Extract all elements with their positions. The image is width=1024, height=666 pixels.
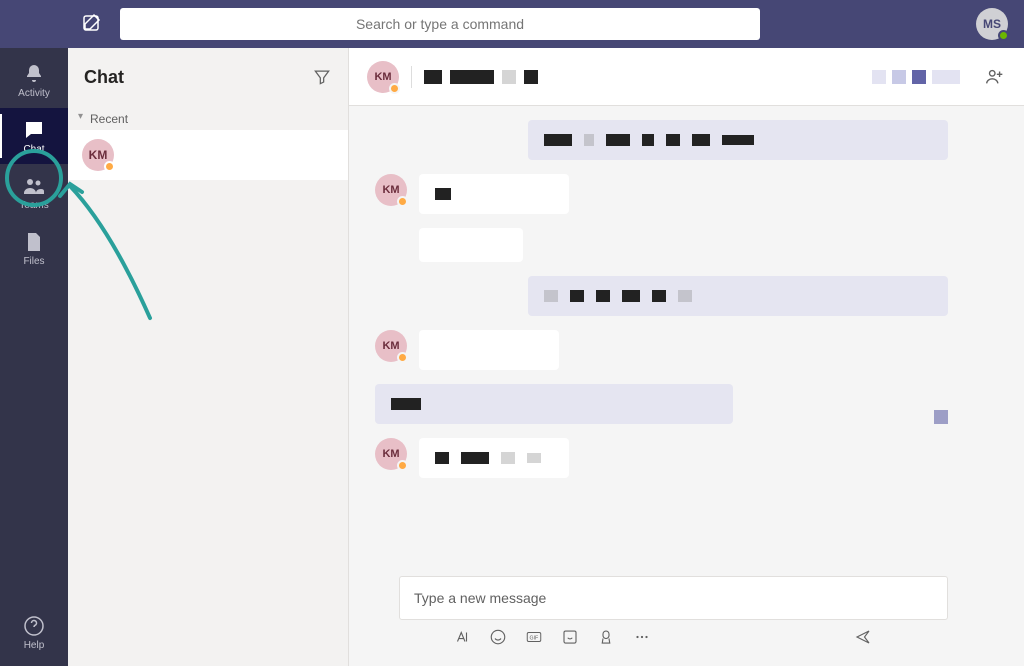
reaction-indicator[interactable]	[934, 410, 948, 424]
compose-icon[interactable]	[80, 12, 104, 36]
redacted-contact-name	[424, 70, 538, 84]
message-list: KM	[349, 106, 1024, 566]
file-icon	[22, 230, 46, 254]
header-avatar[interactable]: KM	[367, 61, 399, 93]
chat-list-item[interactable]: KM	[68, 130, 348, 180]
bell-icon	[22, 62, 46, 86]
avatar-initials: KM	[382, 184, 399, 196]
presence-away-icon	[389, 83, 400, 94]
presence-away-icon	[104, 161, 115, 172]
message-input[interactable]	[414, 590, 933, 606]
avatar-initials: KM	[382, 340, 399, 352]
message-incoming[interactable]	[375, 228, 948, 262]
contact-avatar: KM	[82, 139, 114, 171]
conversation-header: KM	[349, 48, 1024, 106]
send-icon[interactable]	[854, 628, 872, 646]
emoji-icon[interactable]	[489, 628, 507, 646]
title-bar: MS	[0, 0, 1024, 48]
rail-label: Teams	[19, 200, 48, 211]
sticker-icon[interactable]	[561, 628, 579, 646]
bubble	[528, 276, 948, 316]
filter-icon[interactable]	[312, 67, 332, 87]
rail-activity[interactable]: Activity	[0, 52, 68, 108]
message-incoming[interactable]: KM	[375, 174, 948, 214]
avatar-initials: KM	[374, 71, 391, 83]
rail-files[interactable]: Files	[0, 220, 68, 276]
message-incoming[interactable]: KM	[375, 438, 948, 478]
chat-icon	[22, 118, 46, 142]
message-avatar: KM	[375, 174, 407, 206]
add-participant-icon[interactable]	[984, 66, 1006, 88]
praise-icon[interactable]	[597, 628, 615, 646]
chat-panel-header: Chat	[68, 48, 348, 106]
bubble	[528, 120, 948, 160]
recent-section-label[interactable]: Recent	[68, 106, 348, 130]
search-input[interactable]	[120, 8, 760, 40]
bubble	[375, 384, 733, 424]
presence-away-icon	[397, 460, 408, 471]
conversation-area: KM	[349, 48, 1024, 666]
message-outgoing[interactable]	[375, 384, 948, 424]
rail-label: Activity	[18, 88, 50, 99]
avatar-initials: KM	[89, 148, 108, 162]
composer-area: GIF	[349, 566, 1024, 666]
compose-toolbar: GIF	[399, 620, 948, 660]
presence-away-icon	[397, 196, 408, 207]
svg-text:GIF: GIF	[530, 635, 539, 641]
more-icon[interactable]	[633, 628, 651, 646]
message-outgoing[interactable]	[375, 276, 948, 316]
bubble	[419, 174, 569, 214]
self-avatar[interactable]: MS	[976, 8, 1008, 40]
redacted-text	[124, 149, 264, 161]
rail-teams[interactable]: Teams	[0, 164, 68, 220]
message-outgoing[interactable]	[375, 120, 948, 160]
rail-chat[interactable]: Chat	[0, 108, 68, 164]
presence-available-icon	[998, 30, 1009, 41]
app-rail: Activity Chat Teams Files	[0, 48, 68, 666]
bubble	[419, 438, 569, 478]
header-tabs[interactable]	[872, 70, 960, 84]
rail-label: Files	[23, 256, 44, 267]
gif-icon[interactable]: GIF	[525, 628, 543, 646]
presence-away-icon	[397, 352, 408, 363]
divider	[411, 66, 412, 88]
bubble	[419, 330, 559, 370]
message-incoming[interactable]: KM	[375, 330, 948, 370]
avatar-initials: KM	[382, 448, 399, 460]
bubble	[419, 228, 523, 262]
chat-panel-title: Chat	[84, 67, 124, 88]
people-icon	[22, 174, 46, 198]
chat-list-panel: Chat Recent KM	[68, 48, 349, 666]
rail-label: Chat	[23, 144, 44, 155]
self-initials: MS	[983, 17, 1001, 31]
message-avatar: KM	[375, 438, 407, 470]
compose-box[interactable]	[399, 576, 948, 620]
message-avatar: KM	[375, 330, 407, 362]
rail-help[interactable]: Help	[0, 604, 68, 660]
rail-label: Help	[24, 640, 45, 651]
format-icon[interactable]	[453, 628, 471, 646]
help-icon	[22, 614, 46, 638]
